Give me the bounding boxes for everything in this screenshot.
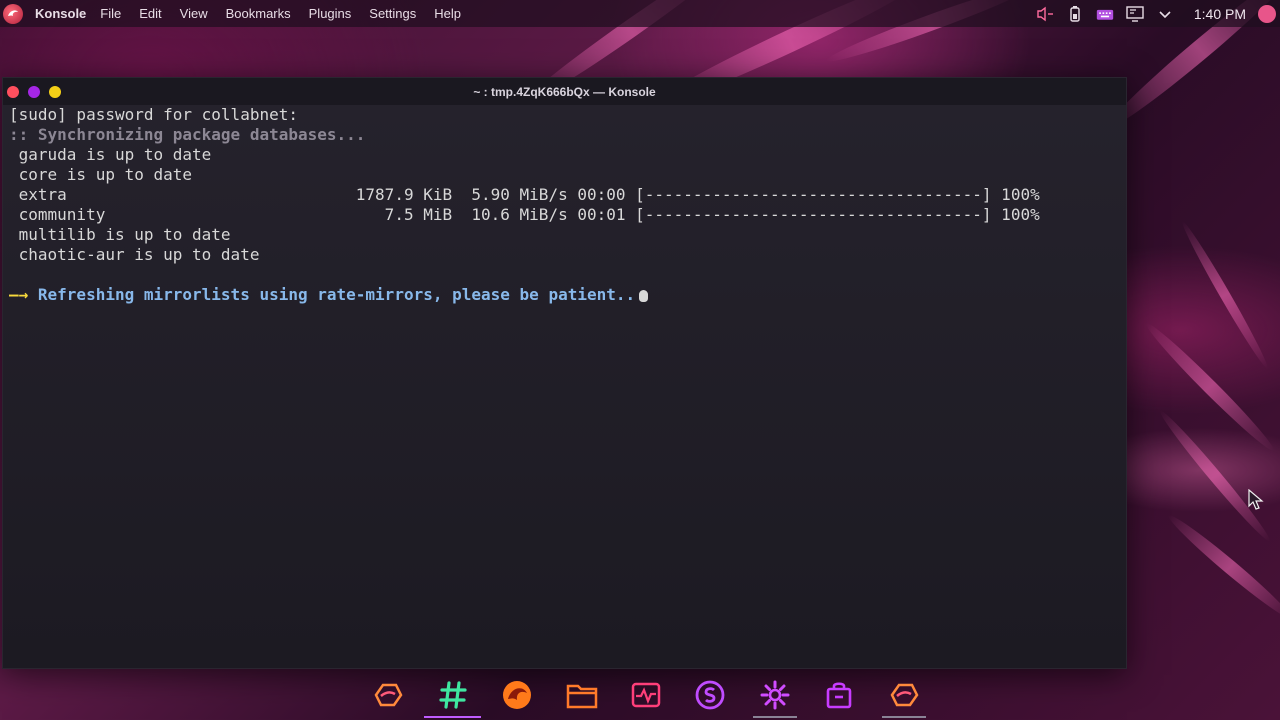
dock-garuda-settings[interactable] bbox=[872, 673, 936, 718]
system-monitor-icon bbox=[631, 682, 661, 708]
minimize-button[interactable] bbox=[28, 85, 40, 98]
terminal-output[interactable]: [sudo] password for collabnet: :: Synchr… bbox=[3, 105, 1126, 668]
menu-view[interactable]: View bbox=[180, 6, 208, 21]
garuda-logo-icon[interactable] bbox=[3, 3, 23, 24]
user-avatar[interactable] bbox=[1258, 4, 1276, 23]
terminal-line: community 7.5 MiB 10.6 MiB/s 00:01 [----… bbox=[9, 205, 1040, 224]
terminal-line: [sudo] password for collabnet: bbox=[9, 105, 298, 124]
s-app-icon bbox=[696, 680, 725, 710]
dock-files[interactable] bbox=[549, 673, 613, 717]
menu-help[interactable]: Help bbox=[434, 6, 461, 21]
volume-muted-icon[interactable] bbox=[1036, 5, 1054, 23]
garuda-welcome-icon bbox=[374, 683, 403, 707]
window-title: ~ : tmp.4ZqK666bQx — Konsole bbox=[473, 84, 656, 99]
dock-garuda-welcome[interactable] bbox=[356, 673, 420, 717]
chevron-down-icon[interactable] bbox=[1156, 5, 1174, 23]
software-bag-icon bbox=[826, 682, 852, 709]
terminal-line: garuda is up to date bbox=[9, 145, 212, 164]
arrow-glyph: —→ bbox=[9, 285, 29, 304]
terminal-line: chaotic-aur is up to date bbox=[9, 245, 260, 264]
menu-edit[interactable]: Edit bbox=[139, 6, 161, 21]
menu-bookmarks[interactable]: Bookmarks bbox=[226, 6, 291, 21]
system-tray: 1:40 PM bbox=[1030, 0, 1280, 27]
garuda-settings-icon bbox=[890, 683, 919, 707]
terminal-prompt-line: —→ Refreshing mirrorlists using rate-mir… bbox=[9, 285, 649, 305]
dock bbox=[356, 673, 936, 720]
konsole-window: ~ : tmp.4ZqK666bQx — Konsole [sudo] pass… bbox=[2, 77, 1127, 669]
terminal-line: extra 1787.9 KiB 5.90 MiB/s 00:00 [-----… bbox=[9, 185, 1040, 204]
terminal-line: :: Synchronizing package databases... bbox=[9, 125, 366, 144]
display-icon[interactable] bbox=[1126, 5, 1144, 23]
terminal-line: multilib is up to date bbox=[9, 225, 231, 244]
status-message: Refreshing mirrorlists using rate-mirror… bbox=[28, 285, 636, 304]
keyboard-icon[interactable] bbox=[1096, 5, 1114, 23]
menu-plugins[interactable]: Plugins bbox=[309, 6, 352, 21]
dock-konsole[interactable] bbox=[420, 673, 484, 718]
close-button[interactable] bbox=[7, 85, 19, 98]
menu-settings[interactable]: Settings bbox=[369, 6, 416, 21]
maximize-button[interactable] bbox=[49, 85, 61, 98]
dragon-browser-icon bbox=[503, 681, 532, 709]
top-panel: Konsole File Edit View Bookmarks Plugins… bbox=[0, 0, 1280, 27]
terminal-line: core is up to date bbox=[9, 165, 193, 184]
mouse-pointer-icon bbox=[1248, 488, 1264, 516]
clock[interactable]: 1:40 PM bbox=[1194, 6, 1246, 22]
dock-browser[interactable] bbox=[485, 673, 549, 717]
settings-gear-icon bbox=[760, 680, 790, 710]
hashtag-icon bbox=[439, 681, 467, 709]
app-name: Konsole bbox=[35, 6, 87, 21]
dock-system-monitor[interactable] bbox=[614, 673, 678, 717]
menu-file[interactable]: File bbox=[100, 6, 121, 21]
battery-icon[interactable] bbox=[1066, 5, 1084, 23]
files-icon bbox=[566, 684, 597, 709]
dock-software[interactable] bbox=[807, 673, 871, 717]
window-titlebar[interactable]: ~ : tmp.4ZqK666bQx — Konsole bbox=[3, 78, 1126, 105]
terminal-cursor bbox=[639, 289, 649, 302]
dock-s-app[interactable] bbox=[678, 673, 742, 717]
dock-settings[interactable] bbox=[743, 673, 807, 718]
